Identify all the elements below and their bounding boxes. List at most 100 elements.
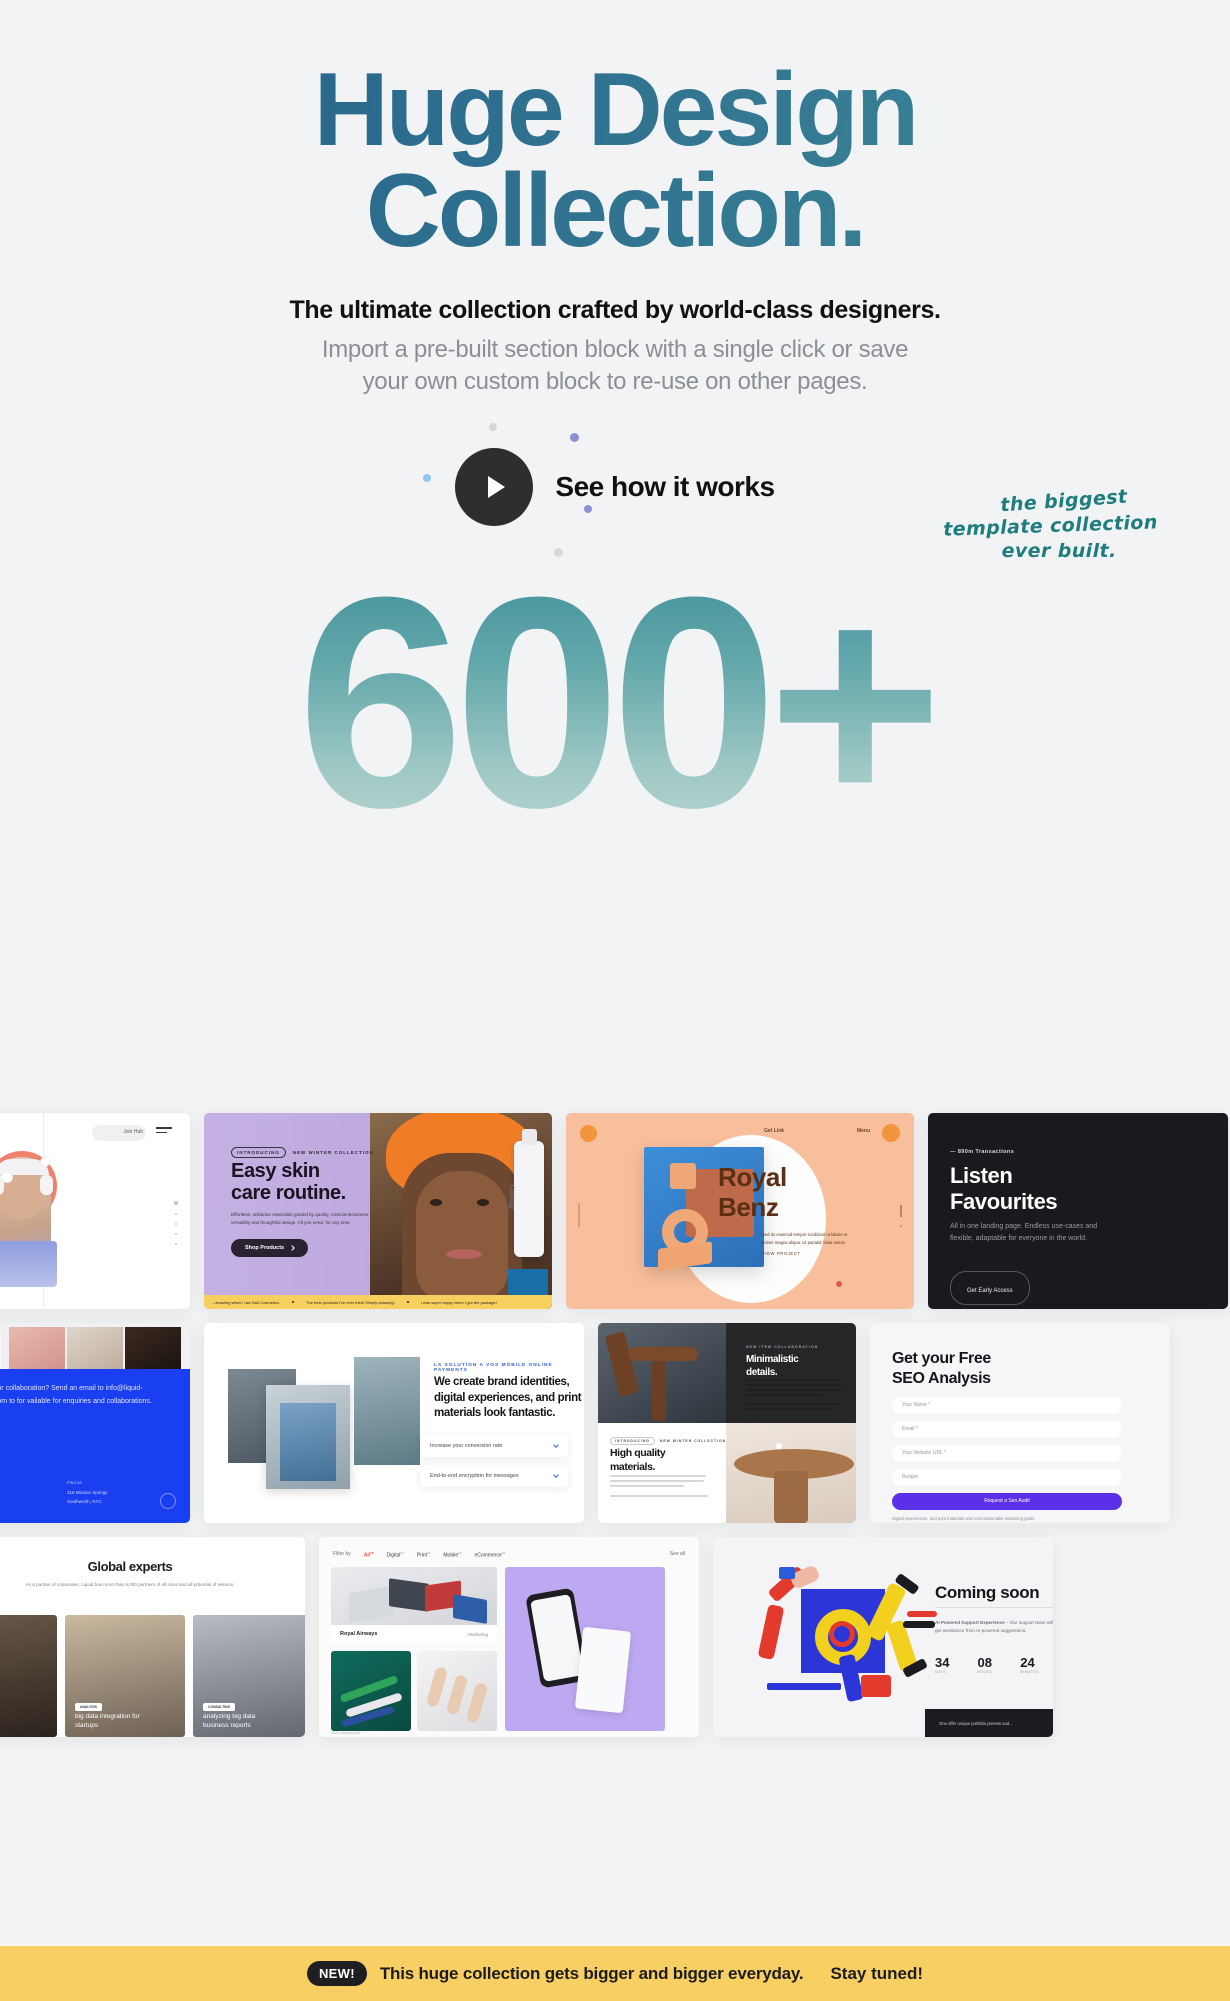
card7-heading-light-2: materials. [610, 1460, 656, 1473]
card2-ticker-2: The best products I've ever tried! Simpl… [306, 1299, 395, 1305]
card2-heading-line-1: Easy skin [231, 1160, 320, 1182]
template-card-brand-identities[interactable]: LA SOLUTION A VOS MOBILE ONLINE PAYMENTS… [204, 1323, 584, 1523]
template-card-collaboration[interactable]: Looking for collaboration? Send an email… [0, 1323, 190, 1523]
card9-tile-3-caption-1: analyzing big data [203, 1713, 256, 1721]
banner-text: This huge collection gets bigger and big… [379, 1963, 804, 1983]
card10-item-1-title: Royal Airways [340, 1631, 378, 1637]
card10-filter-all[interactable]: All08 [364, 1551, 374, 1559]
card2-tag-right: NEW WINTER COLLECTION [292, 1150, 374, 1155]
template-card-skincare[interactable]: Curology INTRODUCING NEW WINTER COLLECTI… [204, 1113, 552, 1309]
card8-field-budget[interactable]: Budget [892, 1469, 1122, 1486]
card10-filter-ecommerce[interactable]: eCommerce03 [474, 1551, 505, 1559]
card7-tag-right: NEW WINTER COLLECTION [659, 1439, 727, 1443]
card3-paragraph: Sed do eiusmod tempor incididunt ut labo… [762, 1232, 848, 1245]
card6-accordion-2[interactable]: End-to-end encryption for messages [420, 1465, 568, 1487]
card6-accordion-2-label: End-to-end encryption for messages [430, 1473, 519, 1479]
template-card-minimalistic[interactable]: NEW ITEM COLLABORATION Minimalistic deta… [598, 1323, 856, 1523]
card8-footnote: Digital experiences, and print materials… [892, 1516, 1036, 1521]
headline-line-1: Huge Design [313, 52, 917, 168]
card6-heading-line-3: materials look fantastic. [434, 1407, 556, 1420]
card11-feature-title: AI Powered Support Experience [935, 1620, 1005, 1625]
template-card-global-experts[interactable]: Global experts As a partner of corporate… [0, 1537, 305, 1737]
gallery-row-1: Join Hub cases that 01 [0, 1113, 1230, 1309]
card10-filter-digital[interactable]: Digital04 [387, 1551, 404, 1559]
card3-nav-link[interactable]: Get Link [764, 1128, 784, 1134]
card9-tile-3-caption-2: business reports [203, 1722, 251, 1730]
card6-accordion-1-label: Increase your conversion rate [430, 1443, 503, 1449]
play-video-button[interactable] [455, 447, 534, 526]
play-icon [488, 475, 506, 498]
card2-tag-left: INTRODUCING [231, 1147, 286, 1158]
banner-cta[interactable]: Stay tuned! [830, 1964, 923, 1984]
card4-heading-line-2: Favourites [950, 1188, 1058, 1214]
template-card-seo-analysis[interactable]: Get your Free SEO Analysis Your Name * E… [870, 1323, 1170, 1523]
decor-dot-purple-right [584, 504, 593, 513]
card2-ticker-1: ...amazing when I use Nuk Cosmetics. [212, 1299, 281, 1305]
banner-new-badge: NEW! [306, 1961, 367, 1986]
card9-tile-1[interactable]: INSURANCE and insurance s [0, 1615, 57, 1737]
card5-col2-items: 218 Mission Springs Southworth, NYC [67, 1490, 108, 1505]
card2-paragraph: Effortless, utilitarian essentials guide… [231, 1212, 370, 1226]
card9-tile-3-tag: CONSULTING [203, 1703, 236, 1711]
card9-tile-2[interactable]: ANALYSIS big data integration for startu… [65, 1615, 185, 1737]
card5-body-text: Looking for collaboration? Send an email… [0, 1385, 152, 1405]
template-card-royal-benz[interactable]: Menu Get Link Royal Benz Sed do eiusmod … [566, 1113, 914, 1309]
card10-filter-label: Filter by [333, 1551, 351, 1557]
card10-see-all[interactable]: See all [670, 1551, 685, 1557]
decor-dot-purple-top [570, 432, 580, 442]
card11-countdown-minutes: 24 [1020, 1655, 1035, 1670]
chevron-down-icon [553, 1472, 559, 1478]
card5-arrow-button[interactable] [160, 1493, 176, 1509]
template-gallery: Join Hub cases that 01 [0, 1113, 1230, 1751]
card4-kicker: 890m Transactions [957, 1149, 1015, 1155]
template-card-coming-soon[interactable]: Coming soon AI Powered Support Experienc… [713, 1537, 1053, 1737]
template-card-listen-favourites[interactable]: — 890m Transactions Listen Favourites Al… [928, 1113, 1228, 1309]
card1-hamburger-icon[interactable] [156, 1127, 172, 1133]
card8-field-name[interactable]: Your Name * [892, 1397, 1122, 1414]
card3-heading-line-1: Royal [718, 1162, 787, 1192]
template-count: 600+ [0, 552, 1230, 852]
headline-line-2: Collection. [365, 152, 865, 269]
script-badge-line-3: ever built. [1001, 539, 1117, 562]
card2-product-label: Curology [507, 1185, 514, 1210]
card8-field-email[interactable]: Email * [892, 1421, 1122, 1438]
card4-heading-line-1: Listen [950, 1163, 1013, 1188]
card10-item-3[interactable] [417, 1651, 497, 1731]
card10-filter-print[interactable]: Print03 [417, 1551, 431, 1559]
arrow-right-icon [289, 1245, 295, 1251]
card11-countdown-minutes-unit: MINUTES [1020, 1670, 1039, 1674]
hero-section: Huge Design Collection. The ultimate col… [0, 0, 1230, 557]
card11-note: One offer unique portfolio presets and..… [939, 1720, 1013, 1726]
hero-subtitle-light: Import a pre-built section block with a … [0, 334, 1230, 398]
card11-countdown-days: 34 [935, 1655, 950, 1670]
card9-tile-3[interactable]: CONSULTING analyzing big data business r… [193, 1615, 305, 1737]
template-card-portfolio-filter[interactable]: Filter by All08 Digital04 Print03 Mobile… [319, 1537, 699, 1737]
card3-heading-line-2: Benz [718, 1191, 779, 1222]
card10-filter-bar[interactable]: Filter by All08 Digital04 Print03 Mobile… [333, 1551, 505, 1559]
card8-submit-button[interactable]: Request a Seo Audit [892, 1493, 1122, 1510]
card8-field-url[interactable]: Your Website URL * [892, 1445, 1122, 1462]
card8-heading-line-2: SEO Analysis [892, 1370, 991, 1388]
see-how-it-works-label[interactable]: See how it works [555, 471, 775, 503]
page-title: Huge Design Collection. [0, 60, 1230, 262]
card2-shop-button[interactable]: Shop Products [231, 1239, 309, 1257]
card9-tile-2-caption-2: startups [75, 1722, 99, 1730]
card10-item-2[interactable] [331, 1651, 411, 1731]
template-card-headphones[interactable]: Join Hub cases that 01 [0, 1113, 190, 1309]
card2-ticker-3: I was super happy when I got the package… [420, 1299, 497, 1305]
card7-heading-light-1: High quality [610, 1447, 666, 1459]
gallery-row-2: Looking for collaboration? Send an email… [0, 1323, 1230, 1523]
card4-cta-label: Get Early Access [967, 1288, 1013, 1294]
card2-heading-line-2: care routine. [231, 1182, 346, 1205]
card3-view-link[interactable]: VIEW PROJECT [762, 1251, 801, 1256]
card10-filter-mobile[interactable]: Mobile03 [443, 1551, 461, 1559]
card10-item-4[interactable] [505, 1567, 665, 1731]
card4-cta-button[interactable]: Get Early Access [950, 1271, 1030, 1305]
card1-join-hub-label: Join Hub [123, 1129, 143, 1135]
card3-nav-menu[interactable]: Menu [857, 1128, 870, 1134]
decor-dot-blue-left [423, 473, 432, 482]
gallery-row-3: Global experts As a partner of corporate… [0, 1537, 1230, 1737]
card6-kicker: LA SOLUTION A VOS MOBILE ONLINE PAYMENTS [434, 1363, 553, 1373]
card9-tile-2-caption-1: big data integration for [75, 1713, 140, 1721]
card6-accordion-1[interactable]: Increase your conversion rate [420, 1435, 568, 1457]
